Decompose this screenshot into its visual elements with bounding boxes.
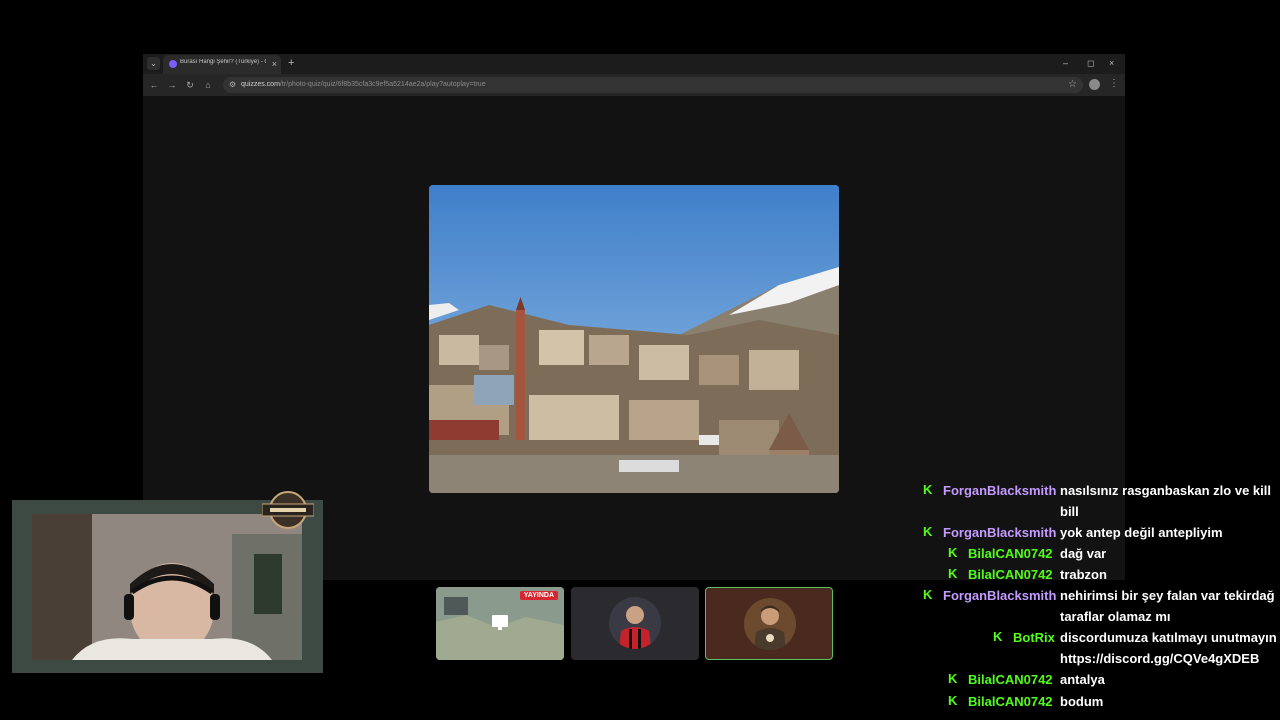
chat-text: bodum bbox=[1060, 694, 1104, 709]
home-button[interactable]: ⌂ bbox=[201, 78, 215, 92]
streamer-avatar-graphic bbox=[744, 598, 796, 650]
chat-message: K ForganBlacksmith nehirimsi bir şey fal… bbox=[900, 585, 1280, 627]
kick-icon: K bbox=[948, 693, 958, 708]
address-bar[interactable]: ⚙ quizzes.com/tr/photo-quiz/quiz/6f8b35c… bbox=[223, 77, 1083, 93]
quiz-favicon-icon bbox=[169, 60, 177, 68]
city-photo-illustration bbox=[429, 185, 839, 493]
chat-text: dağ var bbox=[1060, 546, 1107, 561]
channel-logo bbox=[261, 490, 315, 530]
chat-username[interactable]: BilalCAN0742 bbox=[968, 543, 1053, 564]
chat-username[interactable]: BilalCAN0742 bbox=[968, 564, 1053, 585]
kick-icon: K bbox=[948, 545, 958, 560]
kick-icon: K bbox=[948, 566, 958, 581]
chat-message: K BotRix discordumuza katılmayı unutmayı… bbox=[900, 627, 1280, 669]
browser-menu-icon[interactable]: ⋮ bbox=[1109, 77, 1119, 91]
player-avatar-graphic bbox=[609, 597, 661, 649]
kick-icon: K bbox=[993, 629, 1003, 644]
site-info-icon[interactable]: ⚙ bbox=[229, 79, 236, 91]
player-thumbnail[interactable] bbox=[571, 587, 699, 660]
chat-message: K BilalCAN0742 trabzon bbox=[900, 564, 1280, 585]
new-tab-button[interactable]: + bbox=[288, 56, 294, 70]
chat-username[interactable]: BilalCAN0742 bbox=[968, 669, 1053, 690]
player-avatar bbox=[609, 597, 661, 649]
profile-avatar-icon[interactable] bbox=[1089, 79, 1100, 90]
chat-username[interactable]: ForganBlacksmith bbox=[943, 522, 1056, 543]
chat-text: yok antep değil antepliyim bbox=[1060, 525, 1223, 540]
chat-message: K BilalCAN0742 antalya bbox=[900, 669, 1280, 690]
active-tab[interactable]: Burası Hangi Şehir? (Türkiye) - Q × bbox=[163, 55, 281, 74]
chat-message: K ForganBlacksmith nasılsınız rasganbask… bbox=[900, 480, 1280, 522]
chat-text: antalya bbox=[1060, 672, 1105, 687]
back-button[interactable]: ← bbox=[147, 78, 161, 92]
live-badge: YAYINDA bbox=[519, 591, 558, 600]
live-map-thumbnail[interactable]: YAYINDA bbox=[436, 587, 564, 660]
webcam-feed bbox=[32, 514, 302, 660]
tab-close-icon[interactable]: × bbox=[272, 58, 277, 70]
channel-logo-graphic bbox=[261, 491, 315, 529]
maximize-button[interactable]: ◻ bbox=[1087, 57, 1094, 69]
streamer-avatar bbox=[744, 598, 796, 650]
chat-message: K ForganBlacksmith yok antep değil antep… bbox=[900, 522, 1280, 543]
quiz-photo bbox=[429, 185, 839, 493]
kick-icon: K bbox=[948, 671, 958, 686]
url-text: quizzes.com/tr/photo-quiz/quiz/6f8b35cfa… bbox=[241, 81, 486, 88]
kick-icon: K bbox=[923, 482, 933, 497]
chat-username[interactable]: BotRix bbox=[1013, 627, 1055, 648]
stream-overlay: ⌄ Burası Hangi Şehir? (Türkiye) - Q × + … bbox=[0, 0, 1280, 720]
close-window-button[interactable]: × bbox=[1109, 57, 1114, 69]
bookmark-star-icon[interactable]: ☆ bbox=[1068, 78, 1077, 92]
monitor-icon bbox=[492, 615, 508, 630]
chat-text: nasılsınız rasganbaskan zlo ve kill bill bbox=[1060, 483, 1271, 519]
chat-message: K BilalCAN0742 bodum bbox=[900, 691, 1280, 712]
reload-button[interactable]: ↻ bbox=[183, 78, 197, 92]
chat-text: discordumuza katılmayı unutmayın https:/… bbox=[1060, 630, 1277, 666]
chat-text: trabzon bbox=[1060, 567, 1107, 582]
minimize-button[interactable]: – bbox=[1063, 57, 1068, 69]
kick-icon: K bbox=[923, 524, 933, 539]
tab-title: Burası Hangi Şehir? (Türkiye) - Q bbox=[180, 59, 266, 65]
tab-search-button[interactable]: ⌄ bbox=[147, 57, 160, 70]
tab-bar: ⌄ Burası Hangi Şehir? (Türkiye) - Q × + … bbox=[143, 54, 1125, 74]
chat-panel: K ForganBlacksmith nasılsınız rasganbask… bbox=[900, 480, 1280, 720]
browser-toolbar: ← → ↻ ⌂ ⚙ quizzes.com/tr/photo-quiz/quiz… bbox=[143, 74, 1125, 96]
chat-username[interactable]: ForganBlacksmith bbox=[943, 585, 1056, 606]
forward-button[interactable]: → bbox=[165, 78, 179, 92]
webcam-illustration bbox=[32, 514, 302, 660]
kick-icon: K bbox=[923, 587, 933, 602]
chat-text: nehirimsi bir şey falan var tekirdağ tar… bbox=[1060, 588, 1275, 624]
streamer-thumbnail[interactable] bbox=[705, 587, 833, 660]
chat-username[interactable]: BilalCAN0742 bbox=[968, 691, 1053, 712]
chat-username[interactable]: ForganBlacksmith bbox=[943, 480, 1056, 501]
chat-message: K BilalCAN0742 dağ var bbox=[900, 543, 1280, 564]
